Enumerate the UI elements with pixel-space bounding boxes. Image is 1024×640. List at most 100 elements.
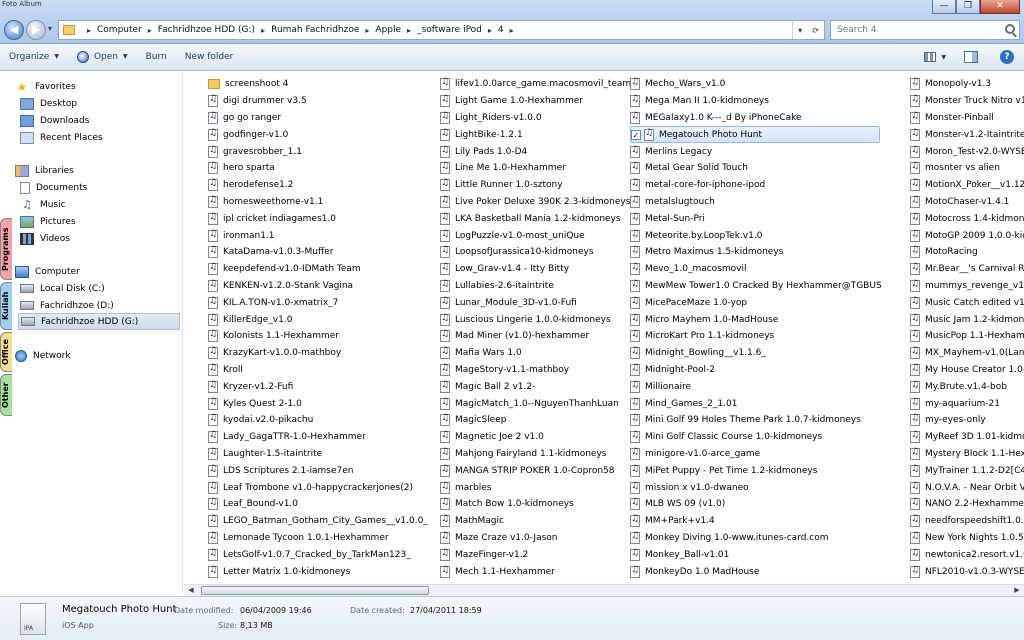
nav-downloads[interactable]: Downloads bbox=[20, 112, 200, 129]
chevron-down-icon[interactable]: ▾ bbox=[798, 26, 802, 35]
date-created-value[interactable]: 27/04/2011 18:59 bbox=[410, 606, 482, 615]
file-item[interactable]: digi drummer v3.5 bbox=[208, 93, 428, 110]
file-item[interactable]: Light Game 1.0-Hexhammer bbox=[440, 93, 640, 110]
file-item[interactable]: MageStory-v1.1-mathboy bbox=[440, 362, 640, 379]
file-item[interactable]: MLB WS 09 (v1.0) bbox=[630, 496, 880, 513]
file-item[interactable]: Laughter-1.5-itaintrite bbox=[208, 446, 428, 463]
help-button[interactable]: ? bbox=[996, 47, 1018, 67]
breadcrumb-4[interactable]: 4 bbox=[498, 25, 504, 35]
file-item[interactable]: N.O.V.A. - Near Orbit Vanguard bbox=[910, 479, 1024, 496]
file-item[interactable]: Little Runner 1.0-sztony bbox=[440, 177, 640, 194]
file-item[interactable]: gravesrobber_1.1 bbox=[208, 143, 428, 160]
chevron-right-icon[interactable]: ▸ bbox=[488, 26, 492, 35]
nav-network[interactable]: Network bbox=[15, 347, 195, 364]
file-item[interactable]: ✓ Megatouch Photo Hunt bbox=[630, 126, 880, 144]
forward-button[interactable]: ▶ bbox=[26, 20, 46, 40]
nav-favorites[interactable]: ★ Favorites bbox=[15, 78, 195, 95]
side-tab-kuliah[interactable]: Kuliah bbox=[0, 282, 12, 330]
file-item[interactable]: Music Jam 1.2-kidmoneys bbox=[910, 311, 1024, 328]
search-icon[interactable] bbox=[1005, 24, 1015, 34]
file-item[interactable]: Millionaire bbox=[630, 378, 880, 395]
file-item[interactable]: Maze Craze v1.0-Jason bbox=[440, 530, 640, 547]
chevron-right-icon[interactable]: ▸ bbox=[87, 26, 91, 35]
nav-drive-d[interactable]: Fachridhzoe (D:) bbox=[20, 297, 200, 314]
file-item[interactable]: Monster-v1.2-Itaintrite bbox=[910, 126, 1024, 143]
file-item[interactable]: lifev1.0.0arce_game.macosmovil_team bbox=[440, 76, 640, 93]
file-item[interactable]: LogPuzzle-v1.0-most_uniQue bbox=[440, 227, 640, 244]
file-item[interactable]: MiPet Puppy - Pet Time 1.2-kidmoneys bbox=[630, 462, 880, 479]
file-item[interactable]: Line Me 1.0-Hexhammer bbox=[440, 160, 640, 177]
search-box[interactable] bbox=[830, 20, 1020, 40]
chevron-right-icon[interactable]: ▸ bbox=[407, 26, 411, 35]
file-item[interactable]: Lunar_Module_3D-v1.0-Fufi bbox=[440, 294, 640, 311]
file-item[interactable]: Motocross 1.4-kidmoneys bbox=[910, 210, 1024, 227]
chevron-right-icon[interactable]: ▸ bbox=[365, 26, 369, 35]
breadcrumb-software-ipod[interactable]: _software iPod bbox=[417, 25, 482, 35]
file-item[interactable]: Lily Pads 1.0-D4 bbox=[440, 143, 640, 160]
file-item[interactable]: KillerEdge_v1.0 bbox=[208, 311, 428, 328]
file-item[interactable]: Metal-Sun-Pri bbox=[630, 210, 880, 227]
file-item[interactable]: Mini Golf 99 Holes Theme Park 1.0.7-kidm… bbox=[630, 412, 880, 429]
file-item[interactable]: Kolonists 1.1-Hexhammer bbox=[208, 328, 428, 345]
file-item[interactable]: Mech 1.1-Hexhammer bbox=[440, 563, 640, 580]
file-item[interactable]: MX_Mayhem-v1.0(Lanh bbox=[910, 345, 1024, 362]
file-item[interactable]: Moron_Test-v2.0-WYSE bbox=[910, 143, 1024, 160]
file-item[interactable]: My.Brute.v1.4-bob bbox=[910, 378, 1024, 395]
file-item[interactable]: Mystery Block 1.1-Hexhammer bbox=[910, 446, 1024, 463]
nav-local-disk-c[interactable]: Local Disk (C:) bbox=[20, 280, 200, 297]
organize-button[interactable]: Organize ▼ bbox=[0, 46, 68, 68]
file-item[interactable]: Magnetic Joe 2 v1.0 bbox=[440, 429, 640, 446]
breadcrumb-computer[interactable]: Computer bbox=[97, 25, 142, 35]
address-bar[interactable]: ▸ Computer ▸ Fachridhzoe HDD (G:) ▸ Ruma… bbox=[58, 20, 825, 40]
file-item[interactable]: mummys_revenge_v1.0 bbox=[910, 278, 1024, 295]
file-item[interactable]: MyTrainer 1.1.2-D2[C4] bbox=[910, 462, 1024, 479]
file-item[interactable]: Mini Golf Classic Course 1.0-kidmoneys bbox=[630, 429, 880, 446]
file-item[interactable]: MotionX_Poker__v1.12_ bbox=[910, 177, 1024, 194]
file-item[interactable]: metalslugtouch bbox=[630, 194, 880, 211]
horizontal-scrollbar[interactable]: ◀ ▶ bbox=[184, 584, 1024, 596]
nav-music[interactable]: ♫ Music bbox=[20, 196, 200, 213]
file-item[interactable]: Kryzer-v1.2-Fufi bbox=[208, 378, 428, 395]
scroll-right-icon[interactable]: ▶ bbox=[1010, 585, 1024, 596]
file-item[interactable]: LKA Basketball Mania 1.2-kidmoneys bbox=[440, 210, 640, 227]
scroll-left-icon[interactable]: ◀ bbox=[184, 585, 198, 596]
file-item[interactable]: my-aquarium-21 bbox=[910, 395, 1024, 412]
burn-button[interactable]: Burn bbox=[137, 46, 176, 68]
file-item[interactable]: keepdefend-v1.0-IDMath Team bbox=[208, 261, 428, 278]
recent-pages-dropdown[interactable]: ▾ bbox=[48, 24, 52, 33]
file-item[interactable]: LetsGolf-v1.0.7_Cracked_by_TarkMan123_ bbox=[208, 546, 428, 563]
chevron-right-icon[interactable]: ▸ bbox=[148, 26, 152, 35]
file-item[interactable]: ipl cricket indiagames1.0 bbox=[208, 210, 428, 227]
date-modified-value[interactable]: 06/04/2009 19:46 bbox=[240, 606, 312, 615]
file-item[interactable]: Mind_Games_2_1.01 bbox=[630, 395, 880, 412]
search-input[interactable] bbox=[831, 21, 996, 39]
breadcrumb-rumah[interactable]: Rumah Fachridhzoe bbox=[271, 25, 359, 35]
file-item[interactable]: homesweethome-v1.1 bbox=[208, 194, 428, 211]
file-item[interactable]: MicroKart Pro 1.1-kidmoneys bbox=[630, 328, 880, 345]
file-item[interactable]: KataDama-v1.0.3-Muffer bbox=[208, 244, 428, 261]
nav-libraries[interactable]: Libraries bbox=[15, 162, 195, 179]
file-item[interactable]: hero sparta bbox=[208, 160, 428, 177]
file-item[interactable]: MusicPop 1.1-Hexhammer bbox=[910, 328, 1024, 345]
nav-recent-places[interactable]: Recent Places bbox=[20, 129, 200, 146]
chevron-right-icon[interactable]: ▸ bbox=[261, 26, 265, 35]
checkbox-icon[interactable]: ✓ bbox=[631, 129, 641, 140]
file-item[interactable]: Midnight-Pool-2 bbox=[630, 362, 880, 379]
file-item[interactable]: mission x v1.0-dwaneo bbox=[630, 479, 880, 496]
file-item[interactable]: LDS Scriptures 2.1-iamse7en bbox=[208, 462, 428, 479]
file-item[interactable]: Midnight_Bowling__v1.1.6_ bbox=[630, 345, 880, 362]
file-item[interactable]: marbles bbox=[440, 479, 640, 496]
file-item[interactable]: MotoGP 2009 1.0.0-kidmoneys bbox=[910, 227, 1024, 244]
nav-computer[interactable]: Computer bbox=[15, 263, 195, 280]
file-item[interactable]: MagicMatch_1.0--NguyenThanhLuan bbox=[440, 395, 640, 412]
file-item[interactable]: Mahjong Fairyland 1.1-kidmoneys bbox=[440, 446, 640, 463]
file-item[interactable]: Music Catch edited v1.0 bbox=[910, 294, 1024, 311]
file-item[interactable]: MagicSleep bbox=[440, 412, 640, 429]
file-item[interactable]: MathMagic bbox=[440, 513, 640, 530]
preview-pane-button[interactable] bbox=[960, 47, 982, 67]
file-item[interactable]: herodefense1.2 bbox=[208, 177, 428, 194]
file-item[interactable]: MicePaceMaze 1.0-yop bbox=[630, 294, 880, 311]
file-item[interactable]: Lady_GagaTTR-1.0-Hexhammer bbox=[208, 429, 428, 446]
file-item[interactable]: Monkey_Ball-v1.01 bbox=[630, 546, 880, 563]
file-item[interactable]: KENKEN-v1.2.0-Stank Vagina bbox=[208, 278, 428, 295]
